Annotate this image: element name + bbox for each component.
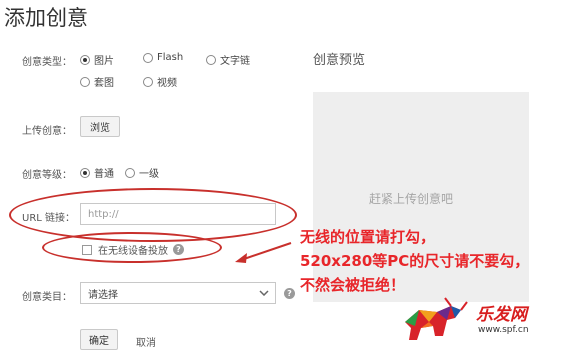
type-option-set-label: 套图 xyxy=(94,78,114,89)
type-option-textlink-label: 文字链 xyxy=(220,56,250,67)
radio-flash[interactable] xyxy=(143,52,153,63)
annotation-line: 520x280等PC的尺寸请不要勾， xyxy=(300,252,530,270)
radio-normal[interactable] xyxy=(80,167,90,178)
annotation-line: 无线的位置请打勾， xyxy=(300,228,436,246)
arrow-icon xyxy=(235,242,292,263)
wireless-highlight-ellipse xyxy=(42,232,222,263)
level-option-first[interactable]: 一级 xyxy=(125,165,159,180)
browse-button[interactable]: 浏览 xyxy=(80,116,120,137)
confirm-button[interactable]: 确定 xyxy=(80,329,118,350)
type-option-image-label: 图片 xyxy=(94,56,114,67)
level-option-normal[interactable]: 普通 xyxy=(80,165,114,180)
creative-level-label: 创意等级： xyxy=(22,170,72,181)
radio-set[interactable] xyxy=(80,76,90,87)
radio-image[interactable] xyxy=(80,54,90,65)
radio-first[interactable] xyxy=(125,167,135,178)
type-option-video-label: 视频 xyxy=(157,78,177,89)
watermark-logo-text: 乐发网 xyxy=(476,305,527,325)
category-help-icon[interactable]: ? xyxy=(284,288,295,299)
cancel-link[interactable]: 取消 xyxy=(136,334,156,349)
category-value: 请选择 xyxy=(88,289,118,301)
type-option-video[interactable]: 视频 xyxy=(143,74,177,89)
preview-empty-text: 赶紧上传创意吧 xyxy=(369,192,454,206)
radio-textlink[interactable] xyxy=(206,54,216,65)
creative-type-label: 创意类型： xyxy=(22,57,72,68)
category-select[interactable]: 请选择 xyxy=(80,282,276,304)
radio-video[interactable] xyxy=(143,76,153,87)
level-option-normal-label: 普通 xyxy=(94,169,114,180)
bull-logo-icon xyxy=(405,297,468,340)
category-label: 创意类目： xyxy=(22,292,72,303)
type-option-set[interactable]: 套图 xyxy=(80,74,114,89)
type-option-textlink[interactable]: 文字链 xyxy=(206,52,250,67)
upload-label: 上传创意： xyxy=(22,126,72,137)
annotation-text: 无线的位置请打勾， 520x280等PC的尺寸请不要勾， 不然会被拒绝！ xyxy=(300,225,529,297)
watermark-url: www.spf.cn xyxy=(478,325,529,335)
chevron-down-icon xyxy=(259,290,269,296)
type-option-image[interactable]: 图片 xyxy=(80,52,114,67)
level-option-first-label: 一级 xyxy=(139,169,159,180)
type-option-flash[interactable]: Flash xyxy=(143,52,183,63)
preview-title: 创意预览 xyxy=(313,53,366,68)
type-option-flash-label: Flash xyxy=(157,52,184,63)
page-title: 添加创意 xyxy=(4,6,88,30)
